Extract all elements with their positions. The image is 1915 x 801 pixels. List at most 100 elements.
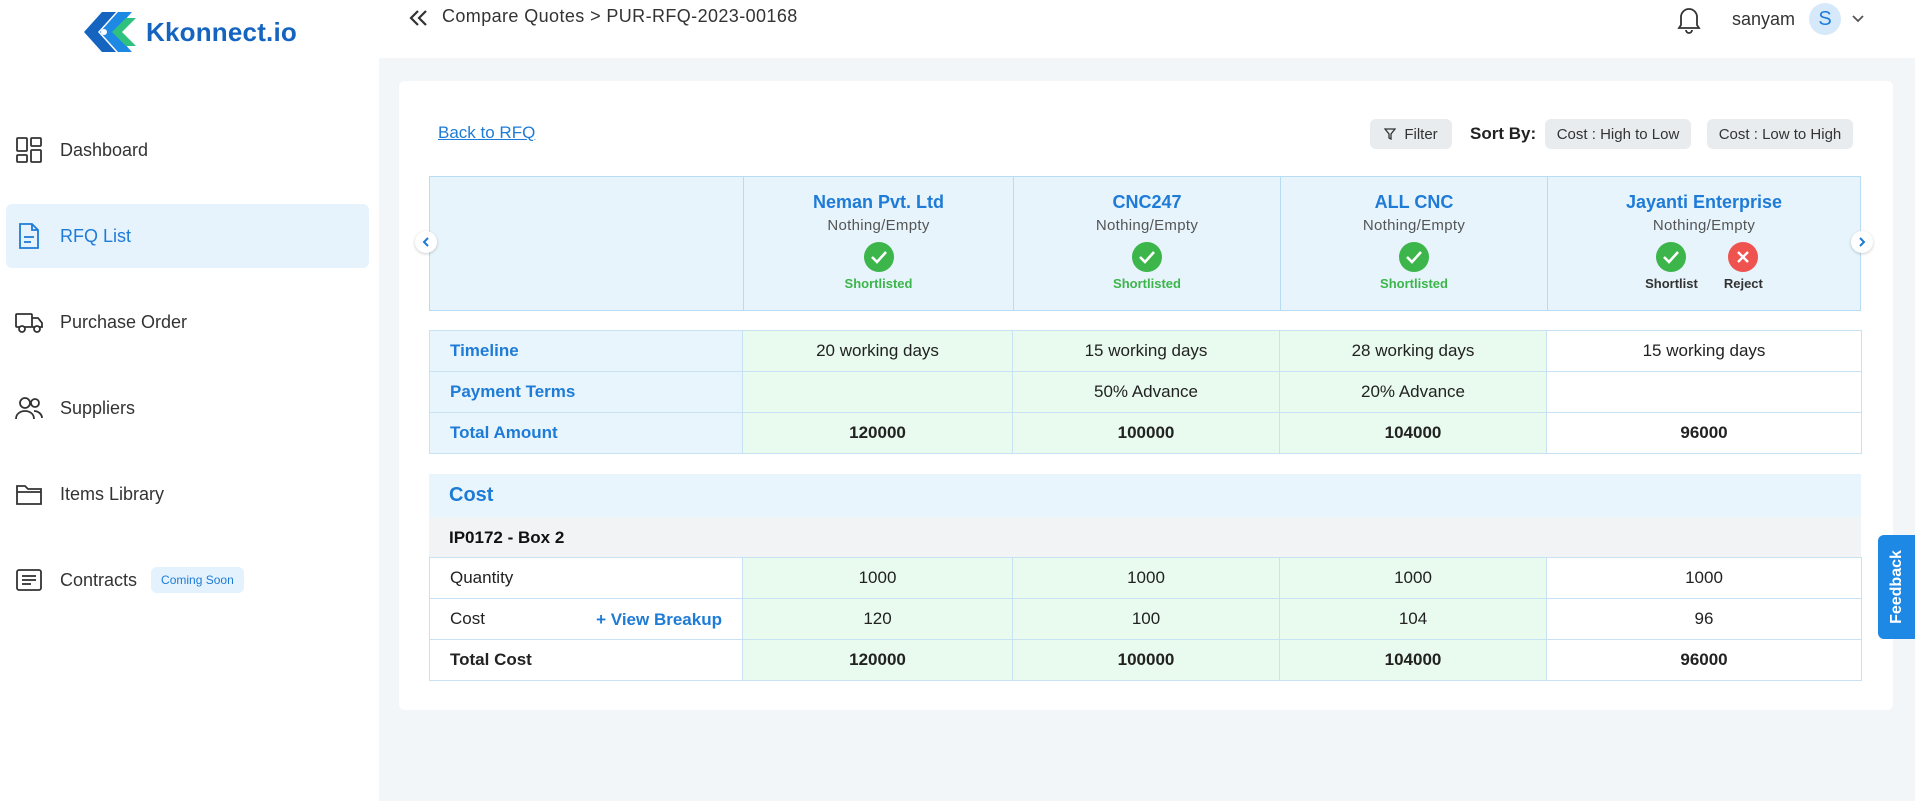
chevron-left-icon[interactable] bbox=[415, 231, 437, 253]
sidebar: Kkonnect.io Dashboard RFQ List Purchase … bbox=[0, 0, 379, 801]
table-row: Cost + View Breakup 120 100 104 96 bbox=[429, 598, 1862, 640]
vendor-name: CNC247 bbox=[1112, 192, 1182, 212]
row-label: Total Cost bbox=[429, 639, 743, 681]
summary-table: Timeline 20 working days 15 working days… bbox=[429, 330, 1862, 454]
table-cell: 20% Advance bbox=[1279, 371, 1547, 413]
filter-button-label: Filter bbox=[1404, 125, 1438, 143]
bell-icon[interactable] bbox=[1676, 4, 1704, 34]
check-icon bbox=[1132, 242, 1162, 272]
sidebar-item-contracts[interactable]: Contracts Coming Soon bbox=[6, 548, 369, 612]
shortlisted-status[interactable]: Shortlisted bbox=[1113, 242, 1181, 291]
vendor-column: Jayanti Enterprise Nothing/Empty Shortli… bbox=[1547, 177, 1860, 310]
vendor-subtitle: Nothing/Empty bbox=[1362, 217, 1466, 234]
vendor-name: Neman Pvt. Ltd bbox=[812, 192, 945, 212]
feedback-label: Feedback bbox=[1887, 550, 1905, 624]
table-cell: 100 bbox=[1012, 598, 1280, 640]
row-label: Timeline bbox=[429, 330, 743, 372]
vendor-subtitle: Nothing/Empty bbox=[1095, 217, 1199, 234]
truck-icon bbox=[14, 307, 44, 337]
top-bar: Compare Quotes > PUR-RFQ-2023-00168 sany… bbox=[379, 0, 1915, 58]
brand-logo[interactable]: Kkonnect.io bbox=[82, 8, 297, 56]
close-icon bbox=[1728, 242, 1759, 272]
reject-label: Reject bbox=[1723, 276, 1763, 291]
table-row: Timeline 20 working days 15 working days… bbox=[429, 330, 1862, 372]
user-menu[interactable]: sanyam S bbox=[1732, 3, 1865, 35]
table-cell: 1000 bbox=[742, 557, 1013, 599]
shortlisted-status[interactable]: Shortlisted bbox=[844, 242, 913, 291]
sidebar-item-suppliers[interactable]: Suppliers bbox=[6, 376, 369, 440]
table-cell bbox=[1546, 371, 1862, 413]
status-label: Shortlisted bbox=[1380, 276, 1448, 291]
table-cell bbox=[742, 371, 1013, 413]
row-label-cost: Cost + View Breakup bbox=[429, 598, 743, 640]
vendor-column: ALL CNC Nothing/Empty Shortlisted bbox=[1280, 177, 1547, 310]
table-cell: 96 bbox=[1546, 598, 1862, 640]
shortlist-button[interactable]: Shortlist bbox=[1645, 242, 1698, 291]
coming-soon-badge: Coming Soon bbox=[151, 567, 244, 593]
item-title: IP0172 - Box 2 bbox=[449, 528, 565, 547]
chevron-down-icon bbox=[1851, 11, 1865, 27]
cost-section-header: Cost bbox=[429, 474, 1861, 517]
feedback-tab[interactable]: Feedback bbox=[1878, 535, 1915, 639]
table-row: Total Cost 120000 100000 104000 96000 bbox=[429, 639, 1862, 681]
row-label: Cost bbox=[450, 609, 485, 628]
avatar: S bbox=[1809, 3, 1842, 35]
table-cell: 1000 bbox=[1012, 557, 1280, 599]
back-to-rfq-link[interactable]: Back to RFQ bbox=[438, 123, 535, 143]
vendor-name: ALL CNC bbox=[1374, 192, 1454, 212]
table-cell: 50% Advance bbox=[1012, 371, 1280, 413]
brand-name: Kkonnect.io bbox=[146, 16, 297, 47]
table-row: Payment Terms 50% Advance 20% Advance bbox=[429, 371, 1862, 413]
cost-title: Cost bbox=[449, 484, 494, 506]
sort-high-to-low-button[interactable]: Cost : High to Low bbox=[1545, 119, 1691, 149]
check-icon bbox=[1399, 242, 1429, 272]
sidebar-item-label: Dashboard bbox=[60, 139, 149, 160]
breadcrumb: Compare Quotes > PUR-RFQ-2023-00168 bbox=[442, 6, 798, 26]
sidebar-item-label: Contracts bbox=[60, 569, 138, 590]
sort-by-label: Sort By: bbox=[1470, 124, 1537, 143]
status-label: Shortlisted bbox=[844, 276, 913, 291]
vendor-name: Jayanti Enterprise bbox=[1625, 192, 1783, 212]
sidebar-item-label: Purchase Order bbox=[60, 311, 188, 332]
chevron-right-icon[interactable] bbox=[1851, 231, 1873, 253]
document-icon bbox=[14, 221, 44, 251]
table-row: Total Amount 120000 100000 104000 96000 bbox=[429, 412, 1862, 454]
table-cell: 104000 bbox=[1279, 639, 1547, 681]
table-cell: 96000 bbox=[1546, 639, 1862, 681]
reject-button[interactable]: Reject bbox=[1724, 242, 1763, 291]
list-icon bbox=[14, 565, 44, 595]
folder-icon bbox=[14, 479, 44, 509]
table-cell: 15 working days bbox=[1012, 330, 1280, 372]
vendor-column: Neman Pvt. Ltd Nothing/Empty Shortlisted bbox=[743, 177, 1013, 310]
sidebar-item-rfq-list[interactable]: RFQ List bbox=[6, 204, 369, 268]
sidebar-item-dashboard[interactable]: Dashboard bbox=[6, 118, 369, 182]
cost-table: Quantity 1000 1000 1000 1000 Cost + View… bbox=[429, 557, 1862, 681]
view-breakup-link[interactable]: + View Breakup bbox=[596, 610, 722, 630]
status-label: Shortlisted bbox=[1113, 276, 1181, 291]
table-cell: 100000 bbox=[1012, 639, 1280, 681]
kkonnect-logo-icon bbox=[82, 8, 146, 56]
sidebar-item-label: RFQ List bbox=[60, 225, 132, 246]
vendor-header-empty bbox=[430, 177, 743, 310]
sort-low-to-high-button[interactable]: Cost : Low to High bbox=[1707, 119, 1853, 149]
shortlist-label: Shortlist bbox=[1645, 276, 1698, 291]
item-header: IP0172 - Box 2 bbox=[429, 517, 1861, 557]
table-row: Quantity 1000 1000 1000 1000 bbox=[429, 557, 1862, 599]
shortlisted-status[interactable]: Shortlisted bbox=[1380, 242, 1448, 291]
sidebar-item-label: Suppliers bbox=[60, 397, 136, 418]
table-cell: 1000 bbox=[1546, 557, 1862, 599]
table-cell: 20 working days bbox=[742, 330, 1013, 372]
dashboard-icon bbox=[14, 135, 44, 165]
check-icon bbox=[1656, 242, 1687, 272]
compare-quotes-card: Back to RFQ Filter Sort By: Cost : High … bbox=[399, 81, 1893, 710]
sidebar-item-items-library[interactable]: Items Library bbox=[6, 462, 369, 526]
vendor-subtitle: Nothing/Empty bbox=[1652, 217, 1756, 234]
users-icon bbox=[14, 393, 44, 423]
sidebar-item-purchase-order[interactable]: Purchase Order bbox=[6, 290, 369, 354]
filter-button[interactable]: Filter bbox=[1370, 119, 1452, 149]
table-cell: 100000 bbox=[1012, 412, 1280, 454]
table-cell: 104 bbox=[1279, 598, 1547, 640]
table-cell: 120000 bbox=[742, 412, 1013, 454]
table-cell: 120000 bbox=[742, 639, 1013, 681]
double-chevron-left-icon[interactable] bbox=[407, 6, 429, 37]
